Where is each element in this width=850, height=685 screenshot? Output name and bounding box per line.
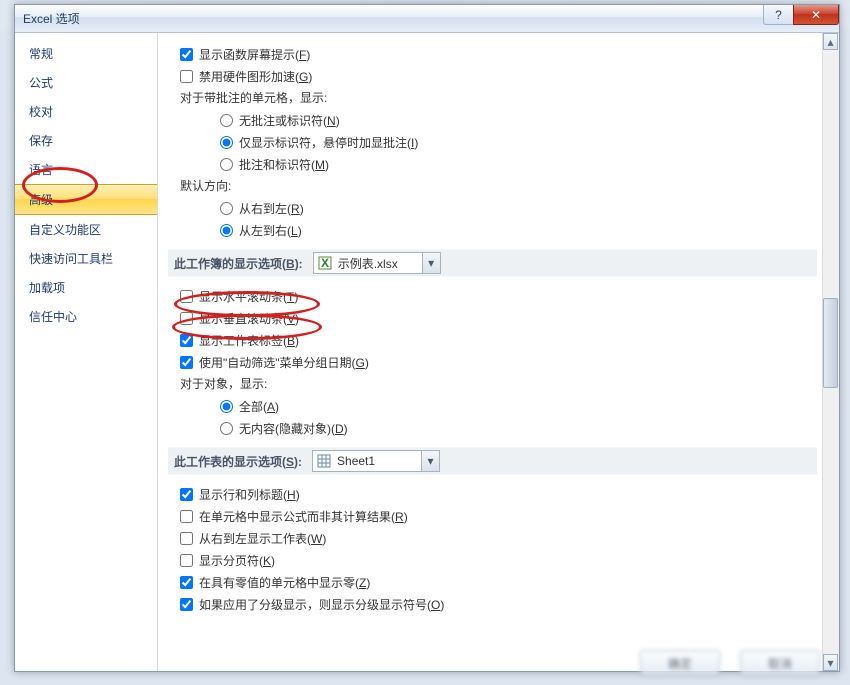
sidebar: 常规 公式 校对 保存 语言 高级 自定义功能区 快速访问工具栏 加载项 信任中… [15,33,158,671]
sidebar-item-trust-center[interactable]: 信任中心 [15,302,157,331]
rd-objects-all[interactable] [220,400,233,413]
chk-hscroll[interactable] [180,290,193,303]
sidebar-item-language[interactable]: 语言 [15,155,157,184]
sidebar-item-formulas[interactable]: 公式 [15,68,157,97]
chk-disable-hw-accel[interactable] [180,70,193,83]
chk-show-formulas[interactable] [180,510,193,523]
workbook-combo[interactable]: X 示例表.xlsx ▾ [313,252,441,274]
lbl-outline-symbols: 如果应用了分级显示，则显示分级显示符号(O) [199,596,444,613]
footer-buttons-blur: 确定 取消 [560,643,820,683]
help-button[interactable]: ? [763,5,793,25]
workbook-section-label: 此工作簿的显示选项(B): [174,255,303,272]
chk-function-tooltip[interactable] [180,48,193,61]
lbl-disable-hw-accel: 禁用硬件图形加速(G) [199,68,312,85]
worksheet-icon [316,453,332,469]
lbl-rtl: 从右到左(R) [239,200,304,217]
sidebar-item-quick-access[interactable]: 快速访问工具栏 [15,244,157,273]
lbl-hscroll: 显示水平滚动条(T) [199,288,298,305]
cancel-button[interactable]: 取消 [740,650,820,676]
rd-comments-and-indicator[interactable] [220,158,233,171]
objects-header: 对于对象，显示: [168,375,817,392]
chk-autofilter-group-dates[interactable] [180,356,193,369]
lbl-autofilter-group-dates: 使用"自动筛选"菜单分组日期(G) [199,354,369,371]
lbl-ltr: 从左到右(L) [239,222,302,239]
lbl-comments-and-indicator: 批注和标识符(M) [239,156,329,173]
lbl-page-breaks: 显示分页符(K) [199,552,275,569]
svg-text:X: X [321,256,329,270]
worksheet-combo[interactable]: Sheet1 ▾ [312,450,440,472]
sidebar-item-customize-ribbon[interactable]: 自定义功能区 [15,215,157,244]
lbl-vscroll: 显示垂直滚动条(V) [199,310,299,327]
worksheet-section-label: 此工作表的显示选项(S): [174,453,302,470]
sidebar-item-save[interactable]: 保存 [15,126,157,155]
workbook-combo-value: 示例表.xlsx [336,255,422,272]
lbl-no-comments: 无批注或标识符(N) [239,112,340,129]
scroll-up-icon[interactable]: ▴ [823,33,838,50]
chk-show-zero[interactable] [180,576,193,589]
chk-page-breaks[interactable] [180,554,193,567]
sidebar-item-general[interactable]: 常规 [15,39,157,68]
chk-row-col-headers[interactable] [180,488,193,501]
scroll-down-icon[interactable]: ▾ [823,654,838,671]
comments-header: 对于带批注的单元格，显示: [168,89,817,106]
lbl-objects-all: 全部(A) [239,398,279,415]
rd-no-comments[interactable] [220,114,233,127]
lbl-row-col-headers: 显示行和列标题(H) [199,486,300,503]
chk-outline-symbols[interactable] [180,598,193,611]
lbl-sheet-tabs: 显示工作表标签(B) [199,332,299,349]
chk-rtl-sheet[interactable] [180,532,193,545]
worksheet-combo-value: Sheet1 [335,454,421,468]
rd-indicator-only[interactable] [220,136,233,149]
options-dialog: Excel 选项 ? ✕ 常规 公式 校对 保存 语言 高级 自定义功能区 快速… [14,4,840,672]
dialog-title: Excel 选项 [23,10,80,27]
worksheet-section: 此工作表的显示选项(S): Sheet1 ▾ [168,447,817,475]
lbl-function-tooltip: 显示函数屏幕提示(F) [199,46,310,63]
lbl-rtl-sheet: 从右到左显示工作表(W) [199,530,326,547]
chk-sheet-tabs[interactable] [180,334,193,347]
chk-vscroll[interactable] [180,312,193,325]
rd-objects-none[interactable] [220,422,233,435]
direction-header: 默认方向: [168,177,817,194]
rd-rtl[interactable] [220,202,233,215]
sidebar-item-proofing[interactable]: 校对 [15,97,157,126]
sidebar-item-advanced[interactable]: 高级 [15,184,157,215]
excel-file-icon: X [317,255,333,271]
lbl-show-zero: 在具有零值的单元格中显示零(Z) [199,574,370,591]
chevron-down-icon: ▾ [421,451,439,471]
close-button[interactable]: ✕ [793,5,839,25]
titlebar[interactable]: Excel 选项 ? ✕ [15,5,839,33]
content-pane: 显示函数屏幕提示(F) 禁用硬件图形加速(G) 对于带批注的单元格，显示: 无批… [158,33,839,671]
chevron-down-icon: ▾ [422,253,440,273]
scrollbar-thumb[interactable] [823,298,838,388]
vertical-scrollbar[interactable]: ▴ ▾ [822,33,839,671]
lbl-show-formulas: 在单元格中显示公式而非其计算结果(R) [199,508,408,525]
rd-ltr[interactable] [220,224,233,237]
workbook-section: 此工作簿的显示选项(B): X 示例表.xlsx ▾ [168,249,817,277]
lbl-indicator-only: 仅显示标识符，悬停时加显批注(I) [239,134,418,151]
sidebar-item-addins[interactable]: 加载项 [15,273,157,302]
ok-button[interactable]: 确定 [640,650,720,676]
lbl-objects-none: 无内容(隐藏对象)(D) [239,420,348,437]
